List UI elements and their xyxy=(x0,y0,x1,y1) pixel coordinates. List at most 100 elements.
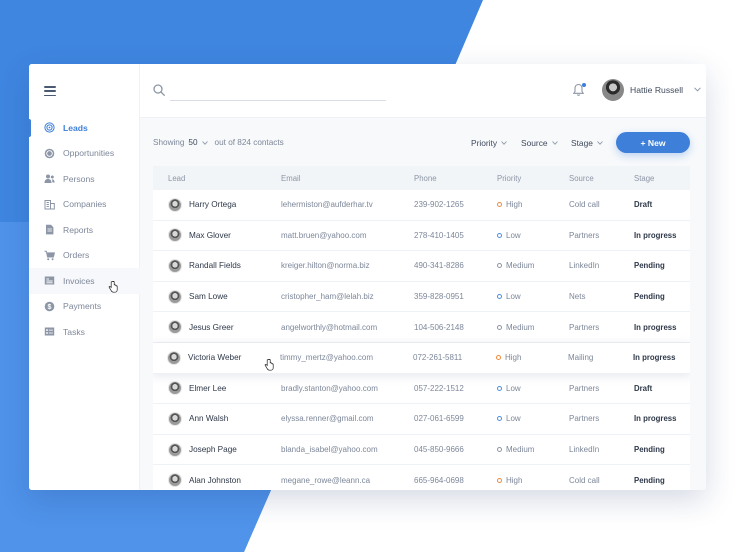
stage-cell: Draft xyxy=(634,383,653,393)
lead-name[interactable]: Randall Fields xyxy=(189,261,241,270)
table-row[interactable]: Sam Lowe cristopher_ham@lelah.biz 359-828-… xyxy=(153,281,690,313)
phone-cell: 359-828-0951 xyxy=(414,292,464,302)
lead-name[interactable]: Elmer Lee xyxy=(189,384,226,393)
filter-stage[interactable]: Stage xyxy=(571,138,603,148)
avatar xyxy=(168,258,182,273)
lead-cell: Harry Ortega xyxy=(153,197,281,212)
priority-cell: Medium xyxy=(497,323,569,332)
sidebar: Leads Opportunities Persons Companies Report… xyxy=(29,64,140,490)
filter-source[interactable]: Source xyxy=(521,138,558,148)
email-cell: timmy_mertz@yahoo.com xyxy=(280,353,374,363)
stage-cell: In progress xyxy=(634,322,677,332)
new-lead-button[interactable]: + New xyxy=(616,132,690,153)
chevron-down-icon xyxy=(551,141,558,145)
priority-dot-icon xyxy=(497,263,502,269)
sidebar-item-leads[interactable]: Leads xyxy=(29,115,140,141)
lead-name[interactable]: Alan Johnston xyxy=(189,476,241,485)
list-toolbar: Showing 50 out of 824 contacts Priority … xyxy=(140,118,706,170)
sidebar-item-label: Tasks xyxy=(63,326,85,337)
email-cell: kreiger.hilton@norma.biz xyxy=(281,261,370,271)
table-header: Lead Email Phone Priority Source Stage xyxy=(153,166,690,190)
priority-dot-icon xyxy=(497,447,502,453)
avatar xyxy=(168,197,182,212)
sidebar-item-orders[interactable]: Orders xyxy=(29,243,140,269)
page-size-select[interactable]: 50 xyxy=(188,138,197,147)
chevron-down-icon xyxy=(597,141,603,145)
search-input[interactable] xyxy=(170,81,386,101)
table-row[interactable]: Harry Ortega lehermiston@aufderhar.tv 239-… xyxy=(153,190,690,221)
lead-name[interactable]: Sam Lowe xyxy=(189,292,228,301)
search-icon[interactable] xyxy=(153,84,165,96)
table-row[interactable]: Joseph Page blanda_isabel@yahoo.com 045-85… xyxy=(153,434,690,466)
avatar xyxy=(168,473,182,488)
email-cell: lehermiston@aufderhar.tv xyxy=(281,200,373,210)
priority-cell: Medium xyxy=(497,445,569,454)
lead-name[interactable]: Max Glover xyxy=(189,231,231,240)
user-name[interactable]: Hattie Russell xyxy=(630,85,683,95)
column-header-email[interactable]: Email xyxy=(281,174,414,183)
table-row[interactable]: Ann Walsh elyssa.renner@gmail.com 027-061-… xyxy=(153,404,690,435)
lead-cell: Victoria Weber xyxy=(153,350,280,365)
table-row[interactable]: Randall Fields kreiger.hilton@norma.biz 49… xyxy=(153,251,690,282)
priority-label: Low xyxy=(506,414,521,424)
priority-cell: High xyxy=(496,353,568,362)
priority-dot-icon xyxy=(497,416,502,422)
sidebar-item-payments[interactable]: $ Payments xyxy=(29,294,140,320)
sidebar-item-invoices[interactable]: Invoices xyxy=(29,268,140,294)
chevron-down-icon[interactable] xyxy=(694,87,701,92)
phone-cell: 490-341-8286 xyxy=(414,261,464,271)
filter-source-label: Source xyxy=(521,138,548,148)
phone-cell: 665-964-0698 xyxy=(414,475,464,485)
stage-cell: Pending xyxy=(634,261,665,271)
table-row[interactable]: Victoria Weber timmy_mertz@yahoo.com 072-2… xyxy=(153,342,690,374)
avatar xyxy=(168,381,182,396)
hamburger-icon[interactable] xyxy=(44,86,56,96)
avatar xyxy=(168,320,182,335)
avatar[interactable] xyxy=(602,79,624,101)
notification-badge xyxy=(582,83,586,87)
table-row[interactable]: Max Glover matt.bruen@yahoo.com 278-410-14… xyxy=(153,220,690,252)
sidebar-item-label: Orders xyxy=(63,250,90,261)
priority-dot-icon xyxy=(497,324,502,330)
priority-label: Medium xyxy=(506,261,535,271)
lead-name[interactable]: Jesus Greer xyxy=(189,323,234,332)
column-header-lead[interactable]: Lead xyxy=(153,174,281,183)
table-row[interactable]: Elmer Lee bradly.stanton@yahoo.com 057-222… xyxy=(153,373,690,405)
lead-name[interactable]: Harry Ortega xyxy=(189,200,236,209)
sidebar-item-label: Leads xyxy=(63,122,88,133)
column-header-priority[interactable]: Priority xyxy=(497,174,569,183)
sidebar-item-tasks[interactable]: Tasks xyxy=(29,319,140,345)
avatar xyxy=(168,411,182,426)
table-row[interactable]: Alan Johnston megane_rowe@leann.ca 665-964… xyxy=(153,465,690,490)
priority-dot-icon xyxy=(496,355,501,361)
phone-cell: 045-850-9666 xyxy=(414,445,464,455)
priority-label: Low xyxy=(506,383,521,393)
lead-cell: Joseph Page xyxy=(153,442,281,457)
stage-cell: Draft xyxy=(634,200,653,210)
sidebar-item-opportunities[interactable]: Opportunities xyxy=(29,141,140,167)
column-header-stage[interactable]: Stage xyxy=(634,174,690,183)
sidebar-item-companies[interactable]: Companies xyxy=(29,192,140,218)
lead-name[interactable]: Victoria Weber xyxy=(188,353,241,362)
priority-cell: Medium xyxy=(497,261,569,270)
chevron-down-icon[interactable] xyxy=(201,140,208,145)
priority-label: High xyxy=(505,353,522,363)
lead-cell: Sam Lowe xyxy=(153,289,281,304)
lead-name[interactable]: Joseph Page xyxy=(189,445,237,454)
lead-name[interactable]: Ann Walsh xyxy=(189,414,228,423)
source-cell: Partners xyxy=(569,383,600,393)
table-row[interactable]: Jesus Greer angelworthly@hotmail.com 104-5… xyxy=(153,312,690,343)
pagination-summary: Showing 50 out of 824 contacts xyxy=(153,138,284,147)
chevron-down-icon xyxy=(501,141,507,145)
priority-label: Low xyxy=(506,292,521,302)
dollar-icon: $ xyxy=(44,301,55,312)
priority-dot-icon xyxy=(497,477,502,483)
lead-cell: Max Glover xyxy=(153,228,281,243)
column-header-source[interactable]: Source xyxy=(569,174,634,183)
filter-priority[interactable]: Priority xyxy=(471,138,507,148)
cart-icon xyxy=(44,250,55,261)
sidebar-item-persons[interactable]: Persons xyxy=(29,166,140,192)
priority-label: Low xyxy=(506,230,521,240)
sidebar-item-reports[interactable]: Reports xyxy=(29,217,140,243)
column-header-phone[interactable]: Phone xyxy=(414,174,497,183)
